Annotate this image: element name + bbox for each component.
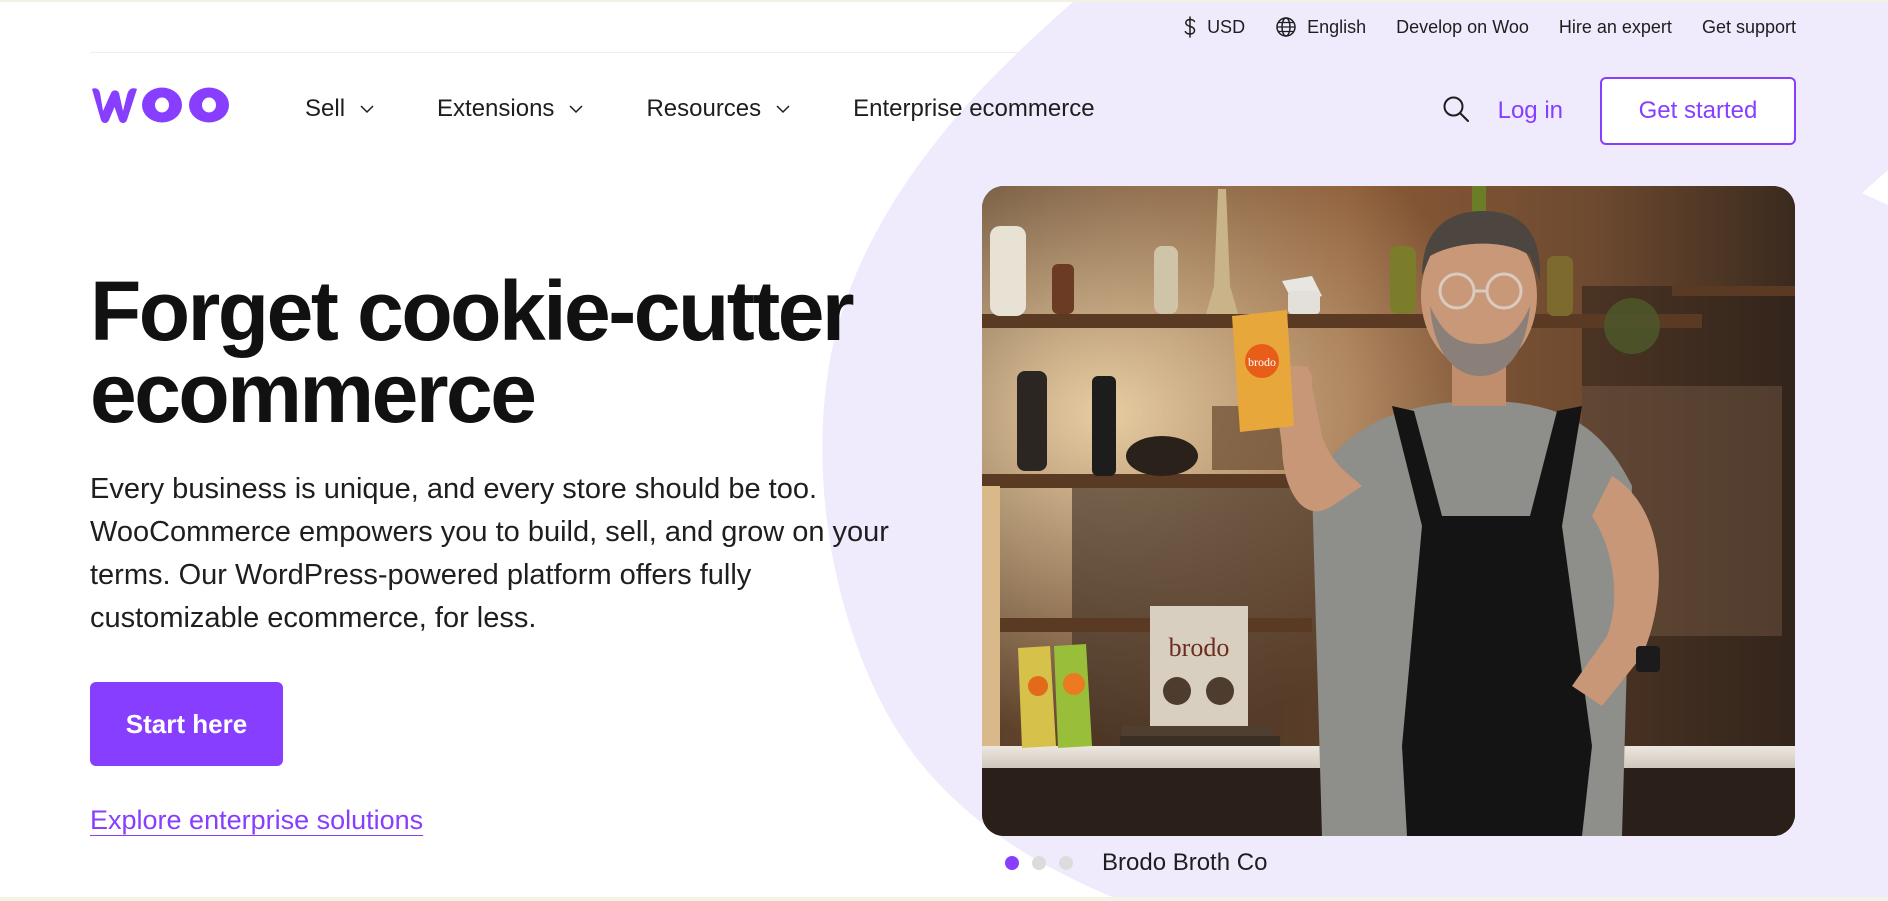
hero-description: Every business is unique, and every stor… (90, 473, 889, 634)
bottom-edge (0, 897, 1888, 901)
nav-item-resources[interactable]: Resources (646, 89, 791, 129)
nav-menu: Sell Extensions Resources Enterprise eco… (305, 89, 1095, 129)
nav-item-sell[interactable]: Sell (305, 89, 375, 129)
nav-item-label: Enterprise ecommerce (853, 95, 1095, 122)
carousel-dot-1[interactable] (1005, 856, 1019, 870)
carousel-controls: Brodo Broth Co (1005, 849, 1267, 877)
woo-logo-mark (92, 87, 229, 123)
carousel-dot-2[interactable] (1032, 856, 1046, 870)
utility-links: USD English Develop on Woo Hire an exper… (1183, 10, 1796, 44)
woo-logo[interactable] (90, 83, 234, 127)
carousel-dot-3[interactable] (1059, 856, 1073, 870)
nav-item-label: Sell (305, 95, 346, 122)
main-nav: Sell Extensions Resources Enterprise eco… (90, 53, 1796, 171)
hero-image: brodo brodo (982, 186, 1795, 836)
login-link[interactable]: Log in (1498, 97, 1563, 125)
globe-icon (1275, 16, 1297, 38)
shop-owner-photo: brodo brodo (982, 186, 1795, 836)
start-here-button[interactable]: Start here (90, 682, 283, 766)
chevron-down-icon (775, 104, 791, 114)
currency-label: USD (1207, 16, 1246, 37)
nav-item-label: Resources (646, 95, 762, 122)
language-label: English (1307, 16, 1367, 37)
chevron-down-icon (359, 104, 375, 114)
top-edge (0, 0, 1888, 2)
search-icon (1442, 95, 1470, 128)
nav-actions: Log in Get started (1436, 75, 1796, 147)
nav-item-extensions[interactable]: Extensions (437, 89, 584, 129)
utility-bar: USD English Develop on Woo Hire an exper… (90, 0, 1796, 53)
hire-an-expert-link[interactable]: Hire an expert (1559, 10, 1672, 44)
hero-section: Forget cookie-cutter ecommerce Every bus… (90, 264, 920, 640)
page: USD English Develop on Woo Hire an exper… (0, 0, 1888, 901)
chevron-down-icon (568, 104, 584, 114)
get-support-link[interactable]: Get support (1702, 10, 1796, 44)
language-selector[interactable]: English (1275, 10, 1366, 44)
hero-title: Forget cookie-cutter ecommerce (90, 264, 855, 440)
explore-enterprise-link[interactable]: Explore enterprise solutions (90, 805, 423, 836)
nav-item-label: Extensions (437, 95, 555, 122)
currency-selector[interactable]: USD (1183, 10, 1245, 44)
develop-on-woo-link[interactable]: Develop on Woo (1396, 10, 1529, 44)
image-package-text: brodo (1248, 355, 1276, 369)
carousel-caption: Brodo Broth Co (1102, 849, 1268, 876)
search-button[interactable] (1436, 91, 1476, 131)
image-book-text: brodo (1169, 633, 1230, 662)
dollar-icon (1183, 16, 1197, 38)
nav-item-enterprise-ecommerce[interactable]: Enterprise ecommerce (853, 89, 1094, 129)
get-started-button[interactable]: Get started (1600, 77, 1796, 145)
